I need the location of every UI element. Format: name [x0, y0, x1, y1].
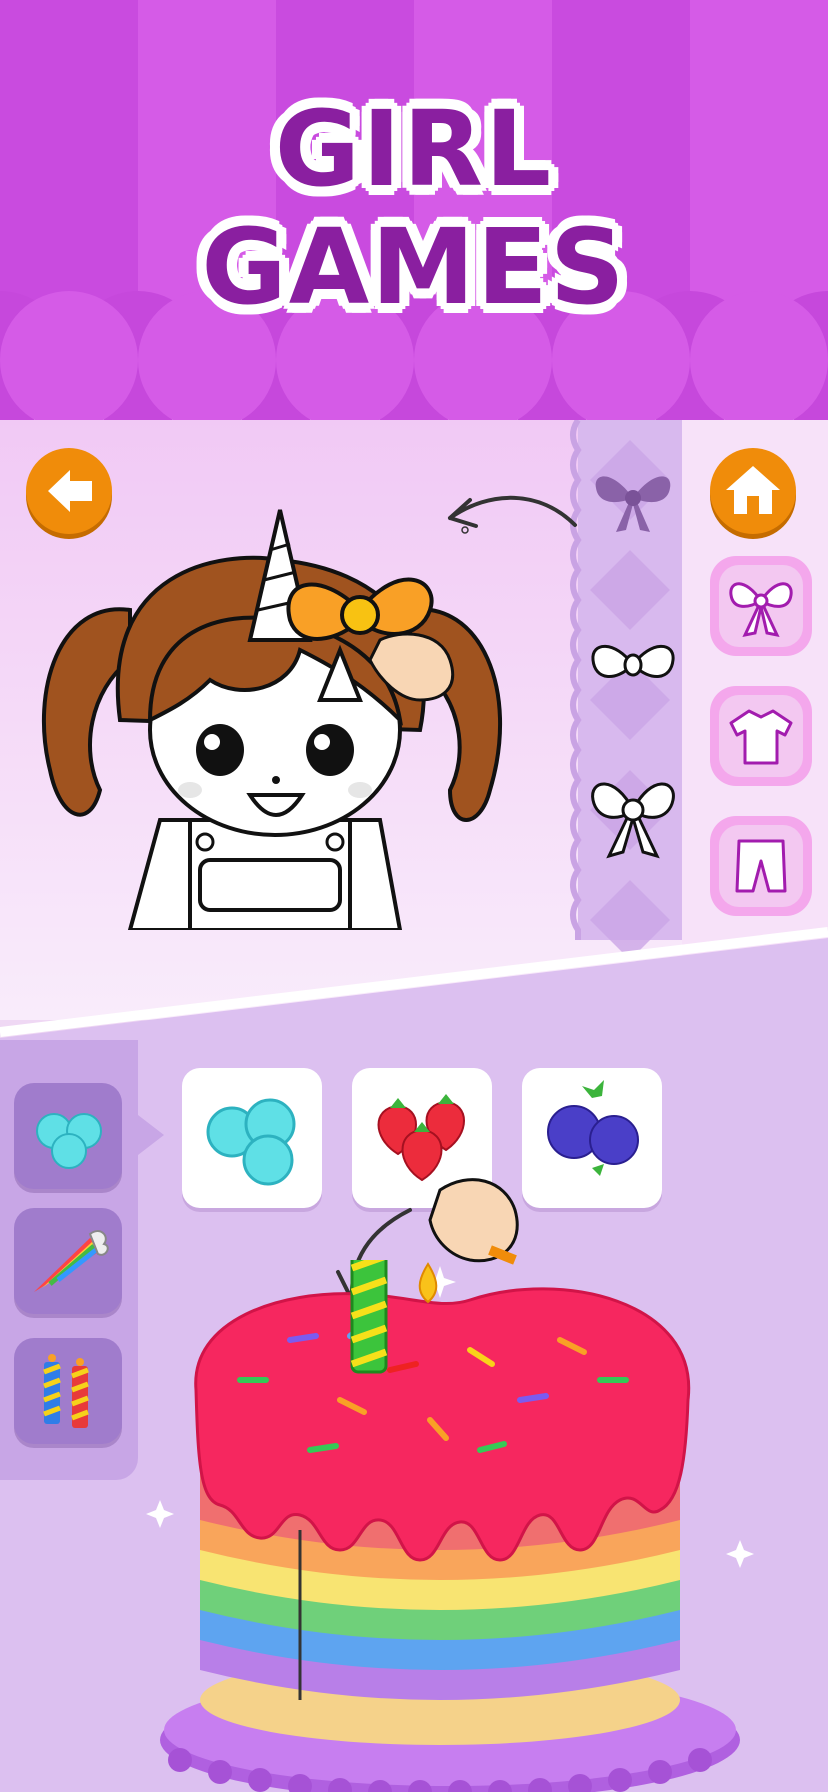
ingredient-candy-balls[interactable] [182, 1068, 322, 1208]
candy-balls-icon [206, 1098, 296, 1186]
shorts-category-button[interactable] [710, 816, 812, 916]
home-icon [726, 466, 780, 514]
tab-pointer [138, 1115, 164, 1155]
bow-icon-large-outline[interactable] [585, 770, 681, 862]
title-line-2: GAMES [201, 206, 627, 328]
tshirt-category-icon [729, 709, 793, 765]
sprinkle-cone-icon [34, 1230, 109, 1292]
bow-icon-filled[interactable] [588, 460, 678, 540]
girl-coloring-canvas[interactable] [20, 490, 540, 930]
bow-category-button[interactable] [710, 556, 812, 656]
candles-icon [43, 1354, 89, 1428]
home-button[interactable] [710, 448, 796, 534]
candy-balls-icon [36, 1113, 102, 1169]
tshirt-category-button[interactable] [710, 686, 812, 786]
shorts-category-icon [735, 839, 787, 893]
bow-category-icon [729, 582, 793, 638]
candle-flame-icon [418, 1262, 438, 1304]
header-banner: GIRL GAMES [0, 0, 828, 440]
tab-candy-balls[interactable] [14, 1083, 122, 1189]
bow-icon-outline[interactable] [585, 630, 681, 700]
tab-sprinkle-cone[interactable] [14, 1208, 122, 1314]
panel-divider [0, 927, 828, 1050]
tab-candles[interactable] [14, 1338, 122, 1444]
cake-canvas[interactable] [140, 1260, 760, 1792]
title-line-1: GIRL [274, 88, 554, 210]
